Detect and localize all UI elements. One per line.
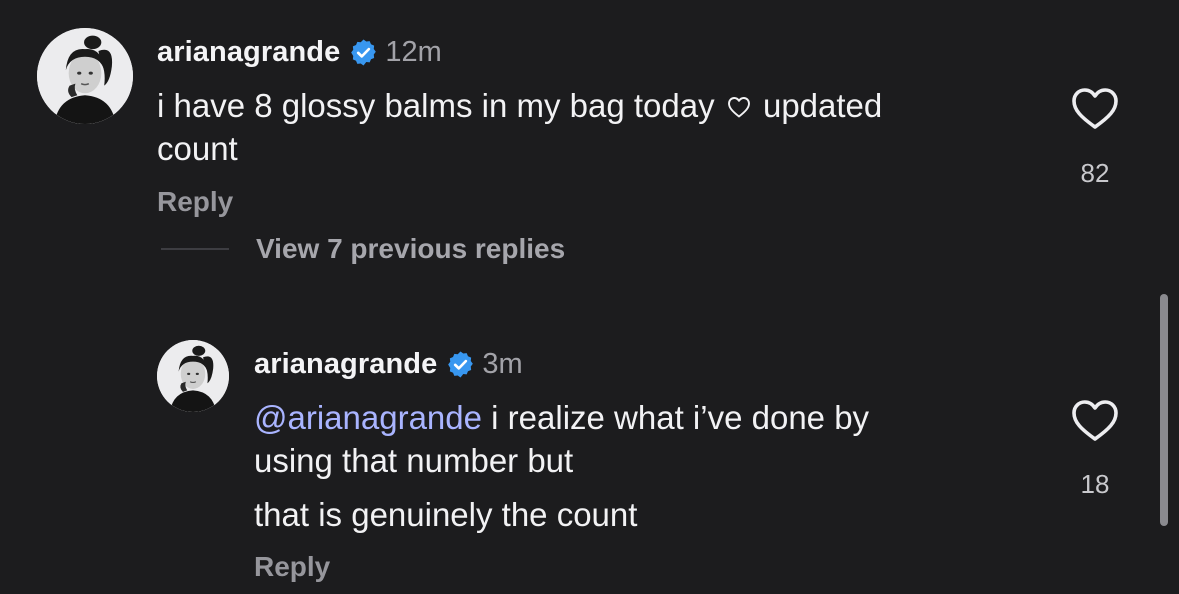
verified-badge-icon [349, 38, 378, 67]
comment-2-timestamp: 3m [482, 348, 523, 380]
comment-1-header: arianagrande 12m [157, 36, 442, 69]
comment-2-header: arianagrande 3m [254, 348, 523, 381]
heart-outline-icon [1072, 88, 1118, 129]
comment-2-line-2: using that number but [254, 442, 574, 479]
scrollbar-thumb[interactable] [1160, 294, 1168, 526]
heart-outline-icon [1072, 400, 1118, 441]
thread-divider [161, 248, 229, 250]
profile-photo [157, 340, 229, 412]
comment-2-avatar[interactable] [157, 340, 229, 412]
comment-1-line-1: i have 8 glossy balms in my bag today up… [157, 87, 883, 124]
mention-link[interactable]: @arianagrande [254, 399, 482, 436]
comment-2-username[interactable]: arianagrande [254, 348, 437, 381]
comment-1-line-2: count [157, 130, 238, 167]
view-previous-replies-button[interactable]: View 7 previous replies [256, 233, 565, 265]
comment-2-text: @arianagrande i realize what i’ve done b… [254, 396, 869, 482]
comment-1-timestamp: 12m [385, 36, 442, 68]
comment-1-username[interactable]: arianagrande [157, 36, 340, 69]
comment-2-line-1: @arianagrande i realize what i’ve done b… [254, 399, 870, 436]
comment-2-like-count: 18 [1080, 469, 1110, 499]
comment-1-reply-button[interactable]: Reply [157, 186, 233, 218]
verified-badge-icon [446, 350, 475, 379]
comments-view: arianagrande 12m i have 8 glossy balms i… [0, 0, 1179, 594]
comment-1-avatar[interactable] [37, 28, 133, 124]
comment-1-text: i have 8 glossy balms in my bag today up… [157, 84, 882, 170]
comment-2-line-3: that is genuinely the count [254, 496, 638, 533]
heart-outline-icon [727, 96, 751, 118]
comment-2-reply-button[interactable]: Reply [254, 551, 330, 583]
profile-photo [37, 28, 133, 124]
comment-1-like-count: 82 [1080, 158, 1110, 188]
comment-1-like-button[interactable] [1070, 86, 1120, 131]
comment-2-like-button[interactable] [1070, 398, 1120, 443]
